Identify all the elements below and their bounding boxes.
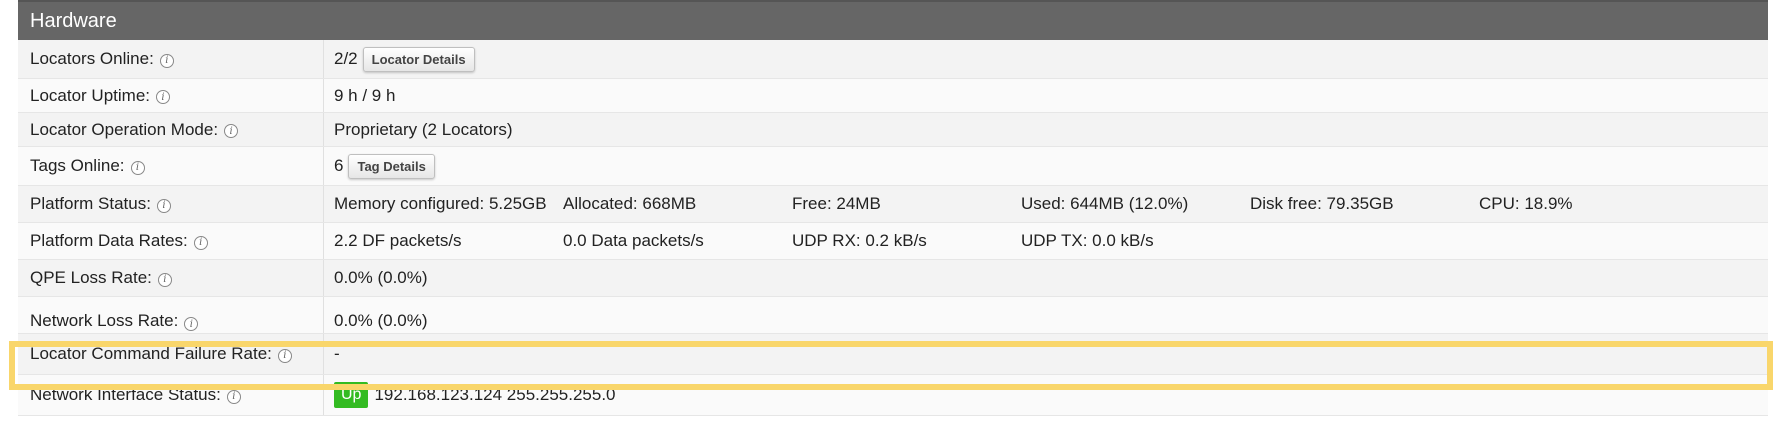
info-icon[interactable]: i [159,53,174,68]
label-text: Platform Data Rates: [30,231,188,250]
row-label: QPE Loss Rate: i [18,260,324,296]
udp-tx-rate: UDP TX: 0.0 kB/s [1021,231,1154,250]
row-locators-online: Locators Online: i 2/2 Locator Details [18,40,1768,79]
label-text: Network Interface Status: [30,385,221,404]
network-loss-value: 0.0% (0.0%) [334,311,428,330]
row-label: Locator Command Failure Rate: i [18,334,324,374]
command-failure-value: - [334,344,340,363]
operation-mode-value: Proprietary (2 Locators) [334,119,513,139]
row-label: Locators Online: i [18,40,324,78]
row-label: Platform Data Rates: i [18,223,324,259]
data-packets-rate: 0.0 Data packets/s [563,231,704,250]
row-network-interface-status: Network Interface Status: i Up 192.168.1… [18,375,1768,416]
row-label: Network Interface Status: i [18,375,324,415]
row-label: Tags Online: i [18,147,324,185]
row-tags-online: Tags Online: i 6 Tag Details [18,147,1768,186]
row-value: 2/2 Locator Details [324,46,1768,72]
row-platform-data-rates: Platform Data Rates: i 2.2 DF packets/s … [18,223,1768,260]
qpe-loss-value: 0.0% (0.0%) [334,268,428,287]
row-label: Locator Uptime: i [18,79,324,112]
row-value: 6 Tag Details [324,153,1768,179]
label-text: Tags Online: [30,156,125,175]
memory-allocated: Allocated: 668MB [563,194,697,213]
row-network-loss-rate: Network Loss Rate: i 0.0% (0.0%) [18,297,1768,334]
label-text: Network Loss Rate: [30,311,179,330]
row-value: 0.0% (0.0%) [324,311,1768,333]
panel-header: Hardware [18,0,1768,40]
row-value: - [324,344,1768,364]
info-icon[interactable]: i [224,124,239,138]
label-text: Locators Online: [30,49,154,68]
udp-rx-rate: UDP RX: 0.2 kB/s [792,231,927,250]
info-icon[interactable]: i [226,389,241,404]
cpu-usage: CPU: 18.9% [1479,194,1573,213]
info-icon[interactable]: i [193,235,208,250]
label-text: Platform Status: [30,194,151,213]
row-platform-status: Platform Status: i Memory configured: 5.… [18,186,1768,223]
locator-details-button[interactable]: Locator Details [362,46,475,72]
row-locator-command-failure-rate: Locator Command Failure Rate: i - [18,334,1768,375]
row-value: Proprietary (2 Locators) [324,120,1768,140]
row-value: 9 h / 9 h [324,86,1768,106]
label-text: Locator Uptime: [30,85,150,105]
row-label: Locator Operation Mode: i [18,113,324,146]
tag-details-button[interactable]: Tag Details [348,153,435,179]
info-icon[interactable]: i [156,198,171,213]
info-icon[interactable]: i [156,90,170,104]
row-locator-uptime: Locator Uptime: i 9 h / 9 h [18,79,1768,113]
row-qpe-loss-rate: QPE Loss Rate: i 0.0% (0.0%) [18,260,1768,297]
status-badge: Up [334,382,369,408]
row-value: Memory configured: 5.25GB Allocated: 668… [324,194,1768,214]
disk-free: Disk free: 79.35GB [1250,194,1394,213]
label-text: QPE Loss Rate: [30,268,152,287]
locators-count: 2/2 [334,49,358,68]
row-label: Platform Status: i [18,186,324,222]
label-text: Locator Command Failure Rate: [30,344,272,363]
df-packets-rate: 2.2 DF packets/s [334,231,462,250]
memory-configured: Memory configured: 5.25GB [334,194,547,213]
network-interface-address: 192.168.123.124 255.255.255.0 [374,385,616,404]
row-value: 2.2 DF packets/s 0.0 Data packets/s UDP … [324,231,1768,251]
row-label: Network Loss Rate: i [18,297,324,333]
row-value: 0.0% (0.0%) [324,268,1768,288]
info-icon[interactable]: i [184,317,199,331]
info-icon[interactable]: i [277,348,292,363]
info-icon[interactable]: i [157,272,172,287]
memory-free: Free: 24MB [792,194,881,213]
memory-used: Used: 644MB (12.0%) [1021,194,1189,213]
uptime-value: 9 h / 9 h [334,85,396,105]
info-icon[interactable]: i [130,160,145,175]
row-locator-operation-mode: Locator Operation Mode: i Proprietary (2… [18,113,1768,147]
tags-count: 6 [334,156,344,175]
label-text: Locator Operation Mode: [30,119,219,139]
hardware-panel: Hardware Locators Online: i 2/2 Locator … [18,0,1768,416]
row-value: Up 192.168.123.124 255.255.255.0 [324,382,1768,408]
